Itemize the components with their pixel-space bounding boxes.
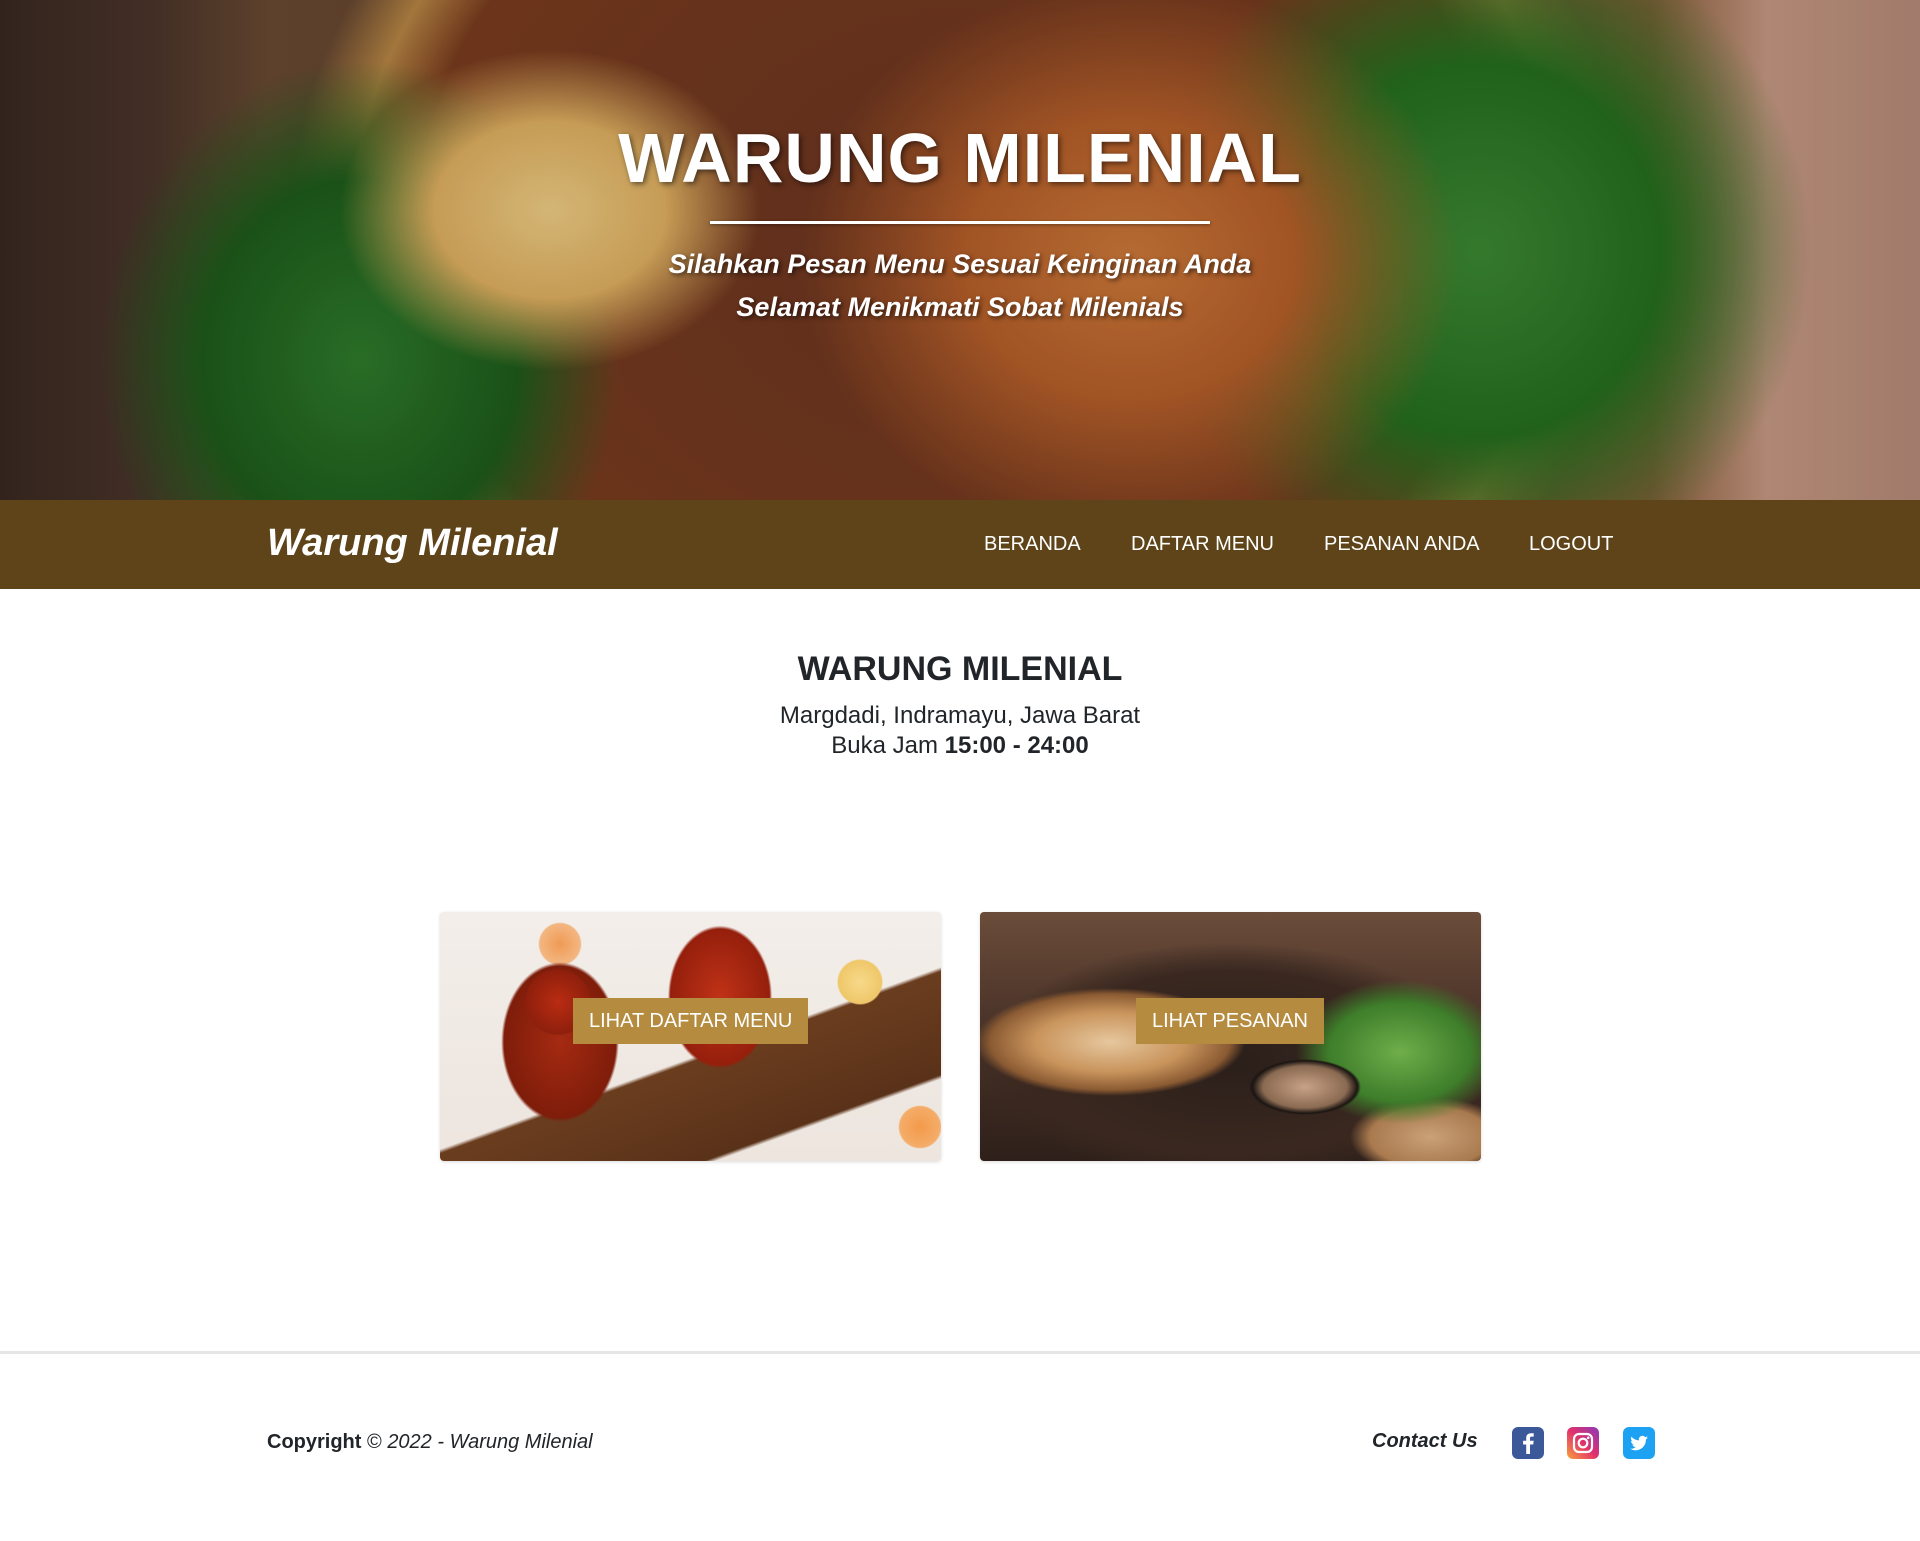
- store-title: WARUNG MILENIAL: [797, 650, 1123, 688]
- copyright-text: 2022 - Warung Milenial: [387, 1431, 593, 1453]
- hero-divider: [710, 221, 1210, 224]
- hero-title: WARUNG MILENIAL: [618, 119, 1302, 197]
- store-hours-prefix: Buka Jam: [831, 732, 938, 759]
- footer-divider: [0, 1351, 1920, 1354]
- hero-banner: WARUNG MILENIAL Silahkan Pesan Menu Sesu…: [0, 0, 1920, 500]
- nav-pesanan-anda[interactable]: PESANAN ANDA: [1324, 533, 1480, 556]
- store-hours-value: 15:00 - 24:00: [944, 732, 1089, 759]
- contact-us-label: Contact Us: [1372, 1430, 1478, 1452]
- store-hours: Buka Jam 15:00 - 24:00: [0, 732, 1920, 760]
- card-daftar-menu: LIHAT DAFTAR MENU: [440, 912, 941, 1161]
- copyright: Copyright © 2022 - Warung Milenial: [267, 1431, 593, 1454]
- nav-beranda[interactable]: BERANDA: [984, 533, 1081, 556]
- nav-daftar-menu[interactable]: DAFTAR MENU: [1131, 533, 1274, 556]
- navbar: Warung Milenial BERANDA DAFTAR MENU PESA…: [0, 500, 1920, 589]
- nav-logout[interactable]: LOGOUT: [1529, 533, 1613, 556]
- hero-subtitle-line1: Silahkan Pesan Menu Sesuai Keinginan And…: [668, 249, 1252, 279]
- lihat-pesanan-button[interactable]: LIHAT PESANAN: [1136, 998, 1324, 1044]
- copyright-symbol: ©: [367, 1431, 382, 1453]
- hero-subtitle-line2: Selamat Menikmati Sobat Milenials: [736, 292, 1184, 322]
- lihat-daftar-menu-button[interactable]: LIHAT DAFTAR MENU: [573, 998, 808, 1044]
- copyright-label: Copyright: [267, 1431, 362, 1453]
- card-pesanan: LIHAT PESANAN: [980, 912, 1481, 1161]
- twitter-icon[interactable]: [1623, 1427, 1655, 1459]
- instagram-icon[interactable]: [1567, 1427, 1599, 1459]
- facebook-icon[interactable]: [1512, 1427, 1544, 1459]
- store-address: Margdadi, Indramayu, Jawa Barat: [779, 702, 1141, 729]
- hero-content: WARUNG MILENIAL Silahkan Pesan Menu Sesu…: [0, 0, 1920, 500]
- navbar-brand[interactable]: Warung Milenial: [267, 522, 558, 565]
